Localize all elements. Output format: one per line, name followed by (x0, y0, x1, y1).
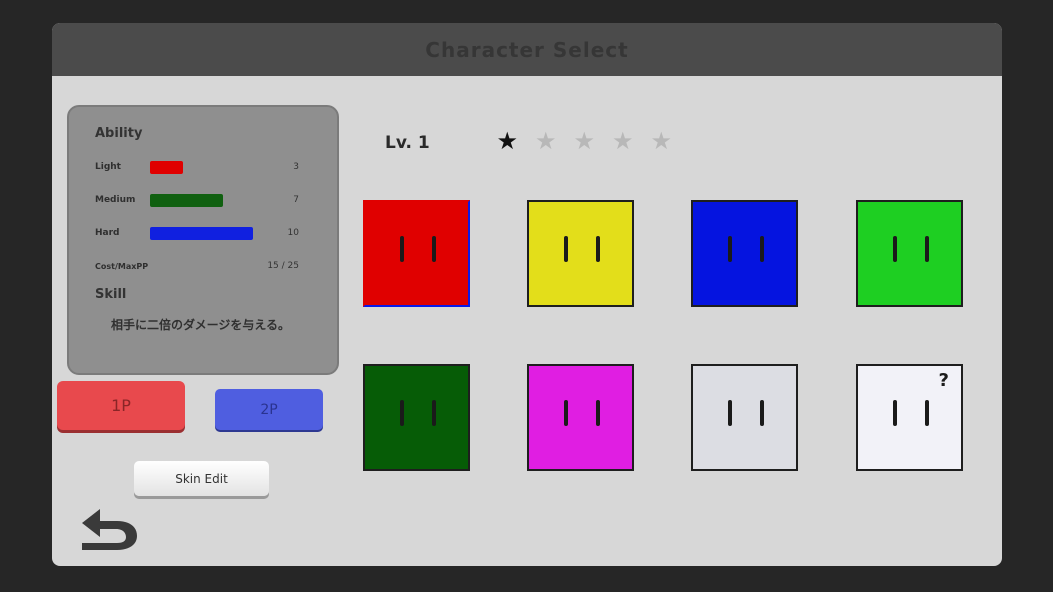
ability-title: Ability (95, 126, 143, 141)
character-eye (564, 400, 568, 426)
stat-label-light: Light (95, 162, 121, 172)
page-title: Character Select (425, 37, 629, 62)
skin-edit-button[interactable]: Skin Edit (134, 461, 269, 496)
star-icon: ★ (534, 127, 557, 155)
character-eye (760, 236, 764, 262)
character-eye (400, 236, 404, 262)
character-tile-random[interactable]: ? (856, 364, 963, 471)
stat-value-medium: 7 (293, 195, 299, 205)
star-icon: ★ (650, 127, 672, 155)
character-eye (728, 236, 732, 262)
character-eye (400, 400, 404, 426)
character-eye (596, 236, 600, 262)
cost-value: 15 / 25 (267, 261, 299, 271)
stat-bar-hard (150, 227, 253, 240)
character-eye (925, 236, 929, 262)
character-tile-blue[interactable] (691, 200, 798, 307)
skill-description: 相手に二倍のダメージを与える。 (111, 318, 291, 332)
stat-bar-medium (150, 194, 223, 207)
character-select-panel: Character Select Ability Light 3 Medium … (52, 23, 1002, 566)
player-1-button[interactable]: 1P (57, 381, 185, 430)
character-eye (893, 236, 897, 262)
character-eye (596, 400, 600, 426)
star-icon: ★ (496, 127, 518, 155)
character-tile-magenta[interactable] (527, 364, 634, 471)
star-icon: ★ (573, 127, 595, 155)
player-2-button[interactable]: 2P (215, 389, 323, 430)
stat-label-hard: Hard (95, 228, 120, 238)
character-tile-light-gray[interactable] (691, 364, 798, 471)
character-tile-yellow[interactable] (527, 200, 634, 307)
random-mark: ? (938, 370, 949, 391)
back-arrow-icon[interactable] (80, 503, 140, 551)
character-tile-red[interactable] (363, 200, 470, 307)
stat-value-light: 3 (293, 162, 299, 172)
character-eye (760, 400, 764, 426)
stat-label-medium: Medium (95, 195, 136, 205)
character-eye (432, 400, 436, 426)
stat-bar-light (150, 161, 183, 174)
skill-title: Skill (95, 287, 127, 302)
stat-value-hard: 10 (287, 228, 299, 238)
title-bar: Character Select (52, 23, 1002, 76)
cost-label: Cost/MaxPP (95, 262, 149, 271)
character-eye (432, 236, 436, 262)
character-eye (893, 400, 897, 426)
character-tile-dark-green[interactable] (363, 364, 470, 471)
star-icon: ★ (611, 127, 634, 155)
ability-panel: Ability Light 3 Medium 7 Hard 10 Cost/Ma… (67, 105, 339, 375)
character-eye (728, 400, 732, 426)
level-label: Lv. 1 (385, 133, 430, 153)
level-stars: ★ ★ ★ ★ ★ (488, 127, 681, 155)
character-eye (564, 236, 568, 262)
character-eye (925, 400, 929, 426)
character-tile-green[interactable] (856, 200, 963, 307)
